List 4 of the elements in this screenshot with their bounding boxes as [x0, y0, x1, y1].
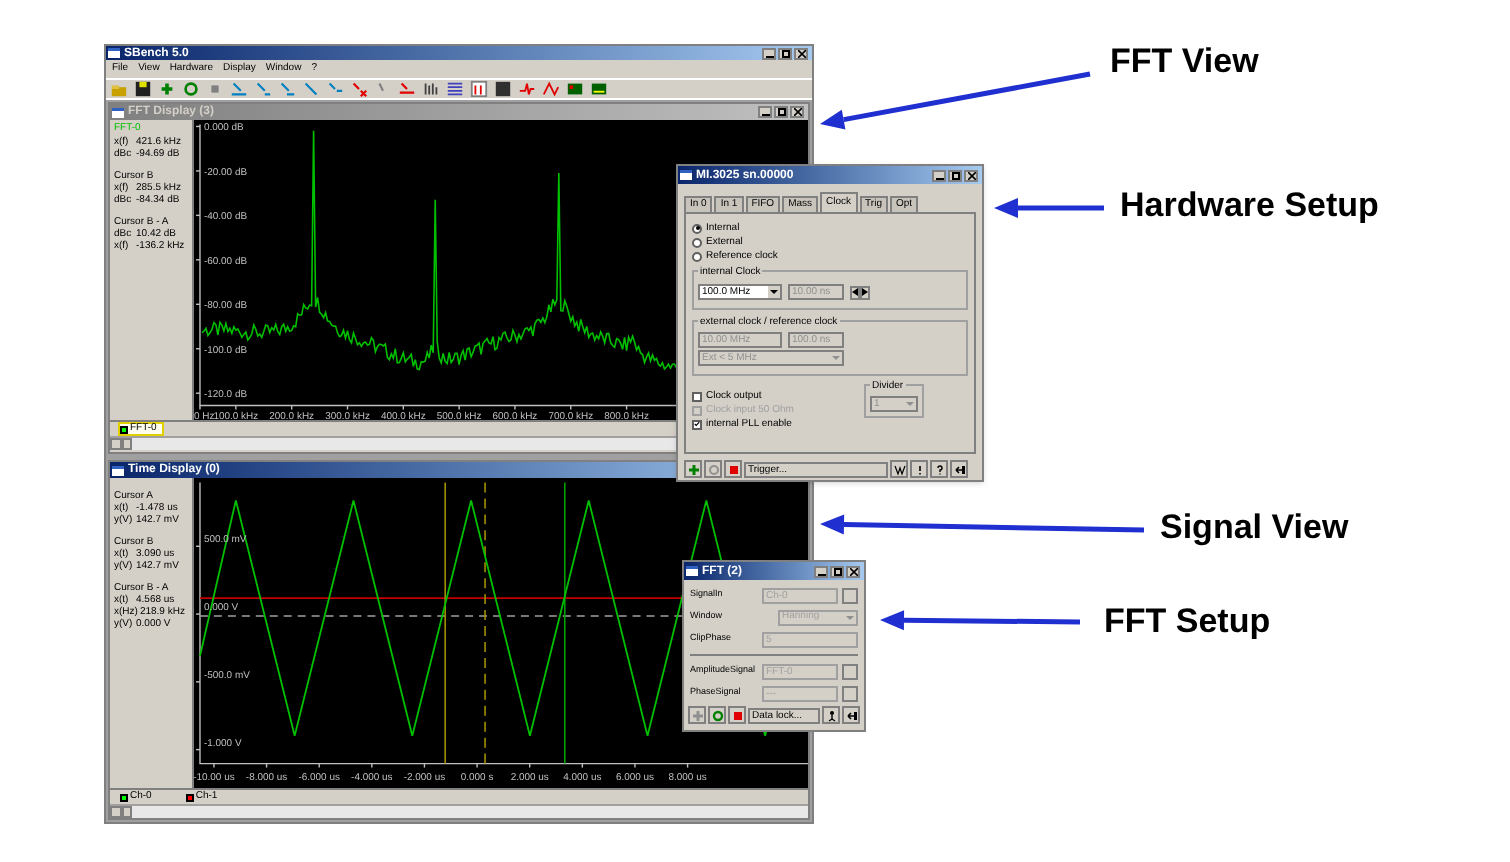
annotation-label: FFT View — [1110, 44, 1259, 78]
annotation-label: FFT Setup — [1104, 604, 1271, 638]
annotation-label: Hardware Setup — [1120, 188, 1379, 222]
annotation-label: Signal View — [1160, 510, 1349, 544]
